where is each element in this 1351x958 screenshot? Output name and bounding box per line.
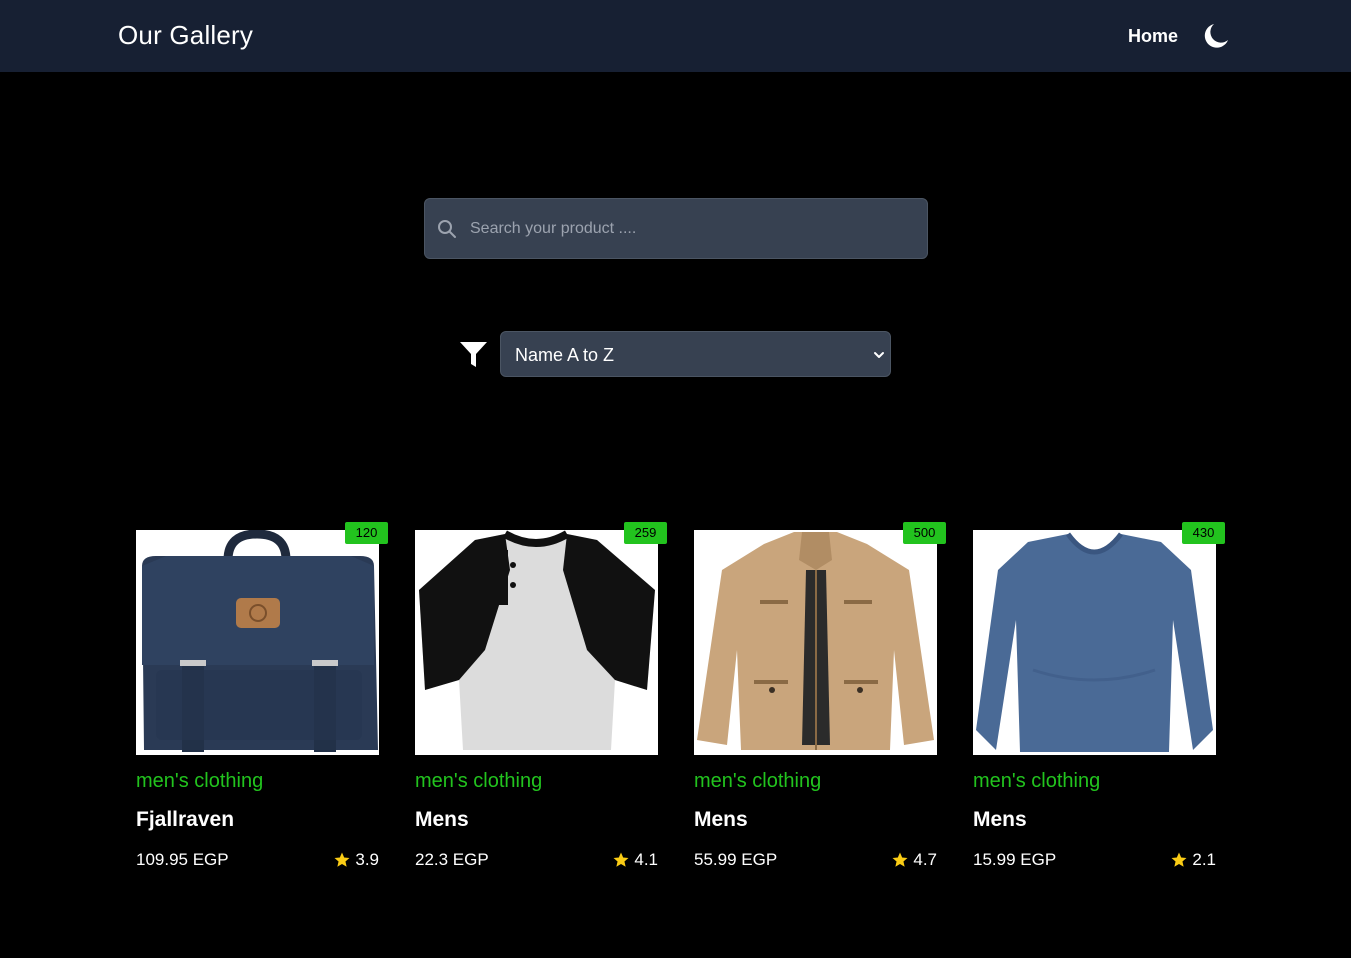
sort-select[interactable]: Name A to Z xyxy=(500,331,891,377)
sort-select-value: Name A to Z xyxy=(515,345,615,365)
rating-value: 3.9 xyxy=(355,850,379,869)
brand-title[interactable]: Our Gallery xyxy=(118,20,253,51)
star-icon xyxy=(1171,852,1187,867)
nav-home-link[interactable]: Home xyxy=(1128,26,1178,47)
stock-badge: 430 xyxy=(1182,522,1225,544)
rating-value: 4.7 xyxy=(913,850,937,869)
rating-value: 4.1 xyxy=(634,850,658,869)
product-price: 55.99 EGP xyxy=(694,850,778,869)
navbar: Our Gallery Home xyxy=(0,0,1351,72)
filter-icon xyxy=(460,342,487,367)
star-icon xyxy=(892,852,908,867)
product-category: men's clothing xyxy=(415,770,543,792)
product-card[interactable]: 259 men's clothing Mens 22.3 EGP 4.1 xyxy=(415,522,667,882)
product-category: men's clothing xyxy=(694,770,822,792)
product-card[interactable]: 430 men's clothing Mens 15.99 EGP 2.1 xyxy=(973,522,1225,882)
product-rating: 4.1 xyxy=(612,850,658,870)
product-title[interactable]: Mens xyxy=(415,808,469,832)
search-icon xyxy=(438,220,456,238)
product-price: 15.99 EGP xyxy=(973,850,1057,869)
stock-badge: 500 xyxy=(903,522,946,544)
product-price: 109.95 EGP xyxy=(136,850,229,869)
product-price: 22.3 EGP xyxy=(415,850,489,869)
product-card[interactable]: 120 men's clothing Fjallraven 109.95 EGP… xyxy=(136,522,388,882)
product-title[interactable]: Mens xyxy=(694,808,748,832)
product-title[interactable]: Mens xyxy=(973,808,1027,832)
stock-badge: 120 xyxy=(345,522,388,544)
product-image-tshirt xyxy=(415,530,658,755)
search-input[interactable] xyxy=(470,199,920,258)
product-card[interactable]: 500 men's clothing Mens 55.99 EGP 4.7 xyxy=(694,522,946,882)
product-rating: 3.9 xyxy=(333,850,379,870)
moon-icon[interactable] xyxy=(1202,22,1230,50)
star-icon xyxy=(334,852,350,867)
rating-value: 2.1 xyxy=(1192,850,1216,869)
product-rating: 4.7 xyxy=(891,850,937,870)
star-icon xyxy=(613,852,629,867)
product-image-jacket xyxy=(694,530,937,755)
stock-badge: 259 xyxy=(624,522,667,544)
chevron-down-icon xyxy=(874,352,884,358)
product-title[interactable]: Fjallraven xyxy=(136,808,234,832)
search-box xyxy=(424,198,928,259)
product-category: men's clothing xyxy=(973,770,1101,792)
product-image-backpack xyxy=(136,530,379,755)
product-rating: 2.1 xyxy=(1170,850,1216,870)
product-category: men's clothing xyxy=(136,770,264,792)
product-image-longsleeve xyxy=(973,530,1216,755)
